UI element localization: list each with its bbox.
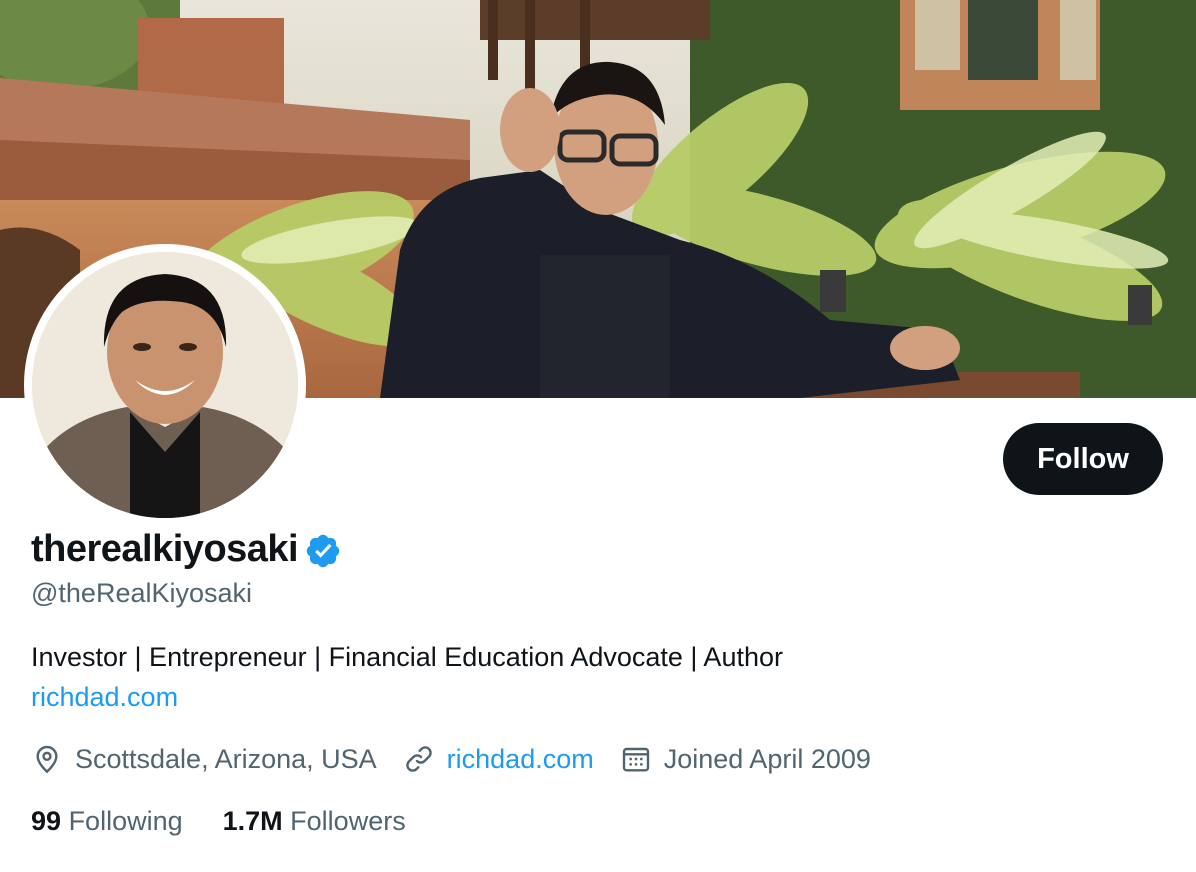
following-stat[interactable]: 99 Following (31, 806, 183, 837)
location-pin-icon (36, 745, 58, 774)
profile-stats: 99 Following 1.7M Followers (31, 806, 446, 837)
following-label: Following (68, 806, 183, 836)
follow-button[interactable]: Follow (1003, 423, 1163, 495)
profile-meta: Scottsdale, Arizona, USA richdad.com Joi… (31, 743, 897, 775)
avatar-image (32, 252, 298, 518)
location-item: Scottsdale, Arizona, USA (31, 743, 377, 775)
followers-stat[interactable]: 1.7M Followers (223, 806, 406, 837)
location-text: Scottsdale, Arizona, USA (75, 743, 377, 774)
profile-handle: @theRealKiyosaki (31, 578, 253, 608)
link-icon (405, 746, 432, 772)
calendar-icon (622, 747, 649, 772)
joined-text: Joined April 2009 (663, 743, 871, 774)
verified-badge-icon (306, 534, 340, 567)
bio-link[interactable]: richdad.com (31, 682, 178, 713)
website-item[interactable]: richdad.com (403, 743, 594, 775)
joined-item: Joined April 2009 (620, 743, 871, 775)
followers-count: 1.7M (222, 806, 283, 836)
profile-name-row: therealkiyosaki (31, 528, 342, 571)
display-name: therealkiyosaki (31, 528, 299, 570)
profile-bio: Investor | Entrepreneur | Financial Educ… (31, 642, 783, 672)
following-count: 99 (31, 806, 62, 836)
followers-label: Followers (290, 806, 406, 836)
website-link[interactable]: richdad.com (447, 744, 594, 775)
profile-avatar[interactable] (24, 244, 306, 526)
